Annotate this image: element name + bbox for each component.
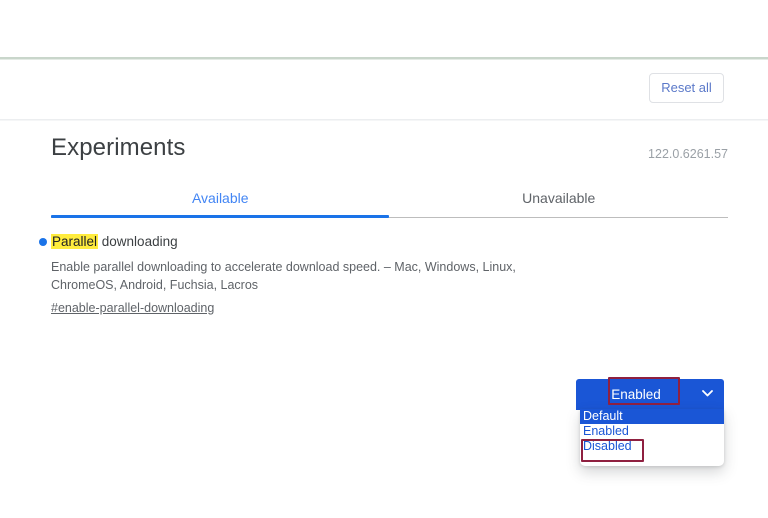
dropdown-option-disabled[interactable]: Disabled [580,439,724,454]
new-experiment-dot-icon [39,238,47,246]
main-content: Experiments 122.0.6261.57 Available Unav… [0,121,768,518]
top-white-band [0,0,768,57]
select-button[interactable]: Enabled [576,379,724,410]
select-current-value: Enabled [611,387,661,402]
tab-bar: Available Unavailable [51,184,728,219]
tab-unavailable[interactable]: Unavailable [390,184,729,212]
reset-all-button[interactable]: Reset all [649,73,724,103]
page-title: Experiments [51,134,186,161]
dropdown-option-default[interactable]: Default [580,409,724,424]
dropdown-option-enabled[interactable]: Enabled [580,424,724,439]
experiment-select[interactable]: Enabled [576,379,724,410]
select-dropdown-list[interactable]: Default Enabled Disabled [580,409,724,466]
version-label: 122.0.6261.57 [648,147,728,161]
experiment-entry: Parallel downloading Enable parallel dow… [39,233,728,317]
flags-page: Reset all Experiments 122.0.6261.57 Avai… [0,0,768,518]
tab-active-underline [51,215,389,218]
experiment-title: Parallel downloading [39,233,728,251]
chevron-down-icon [702,390,713,397]
experiment-description: Enable parallel downloading to accelerat… [51,260,516,292]
tab-available[interactable]: Available [51,184,390,212]
search-match-highlight: Parallel [51,234,99,249]
experiment-title-rest: downloading [98,234,178,249]
experiment-permalink[interactable]: #enable-parallel-downloading [51,301,214,315]
